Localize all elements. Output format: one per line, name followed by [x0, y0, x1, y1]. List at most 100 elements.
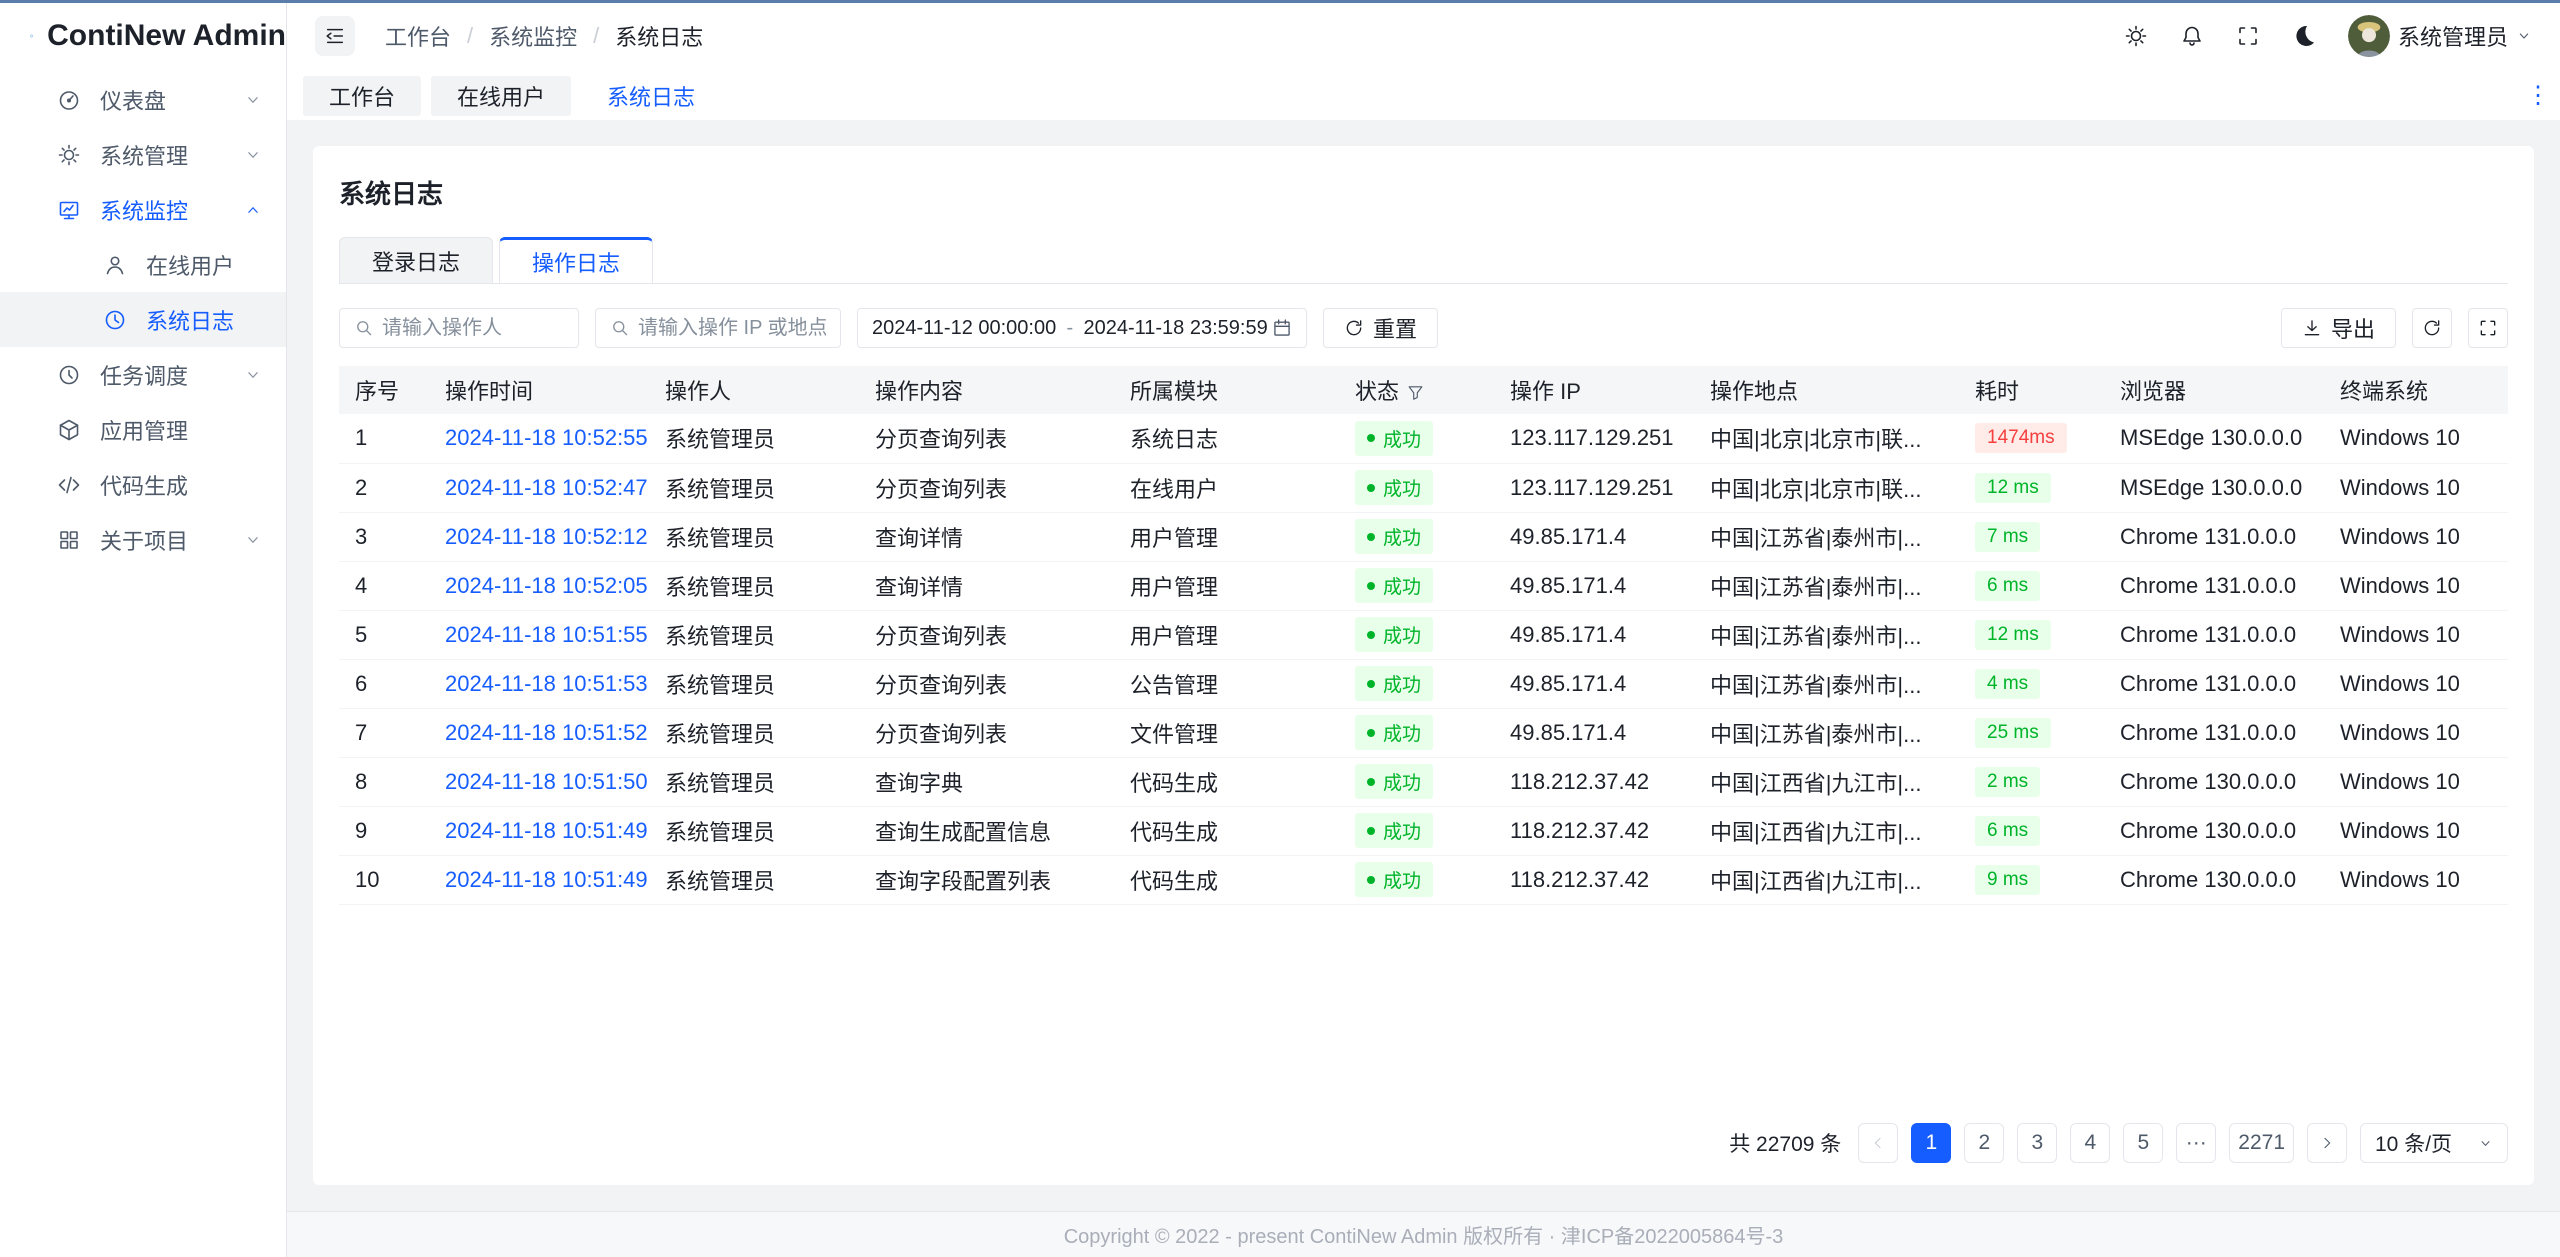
page-button-4[interactable]: 4	[2070, 1123, 2110, 1163]
location-cell: 中国|江西省|九江市|...	[1694, 806, 1959, 855]
username: 系统管理员	[2398, 20, 2508, 52]
content-cell: 查询详情	[859, 512, 1114, 561]
status-dot-icon	[1367, 680, 1375, 688]
table-row: 22024-11-18 10:52:47系统管理员分页查询列表在线用户成功123…	[339, 463, 2508, 512]
breadcrumb-item[interactable]: 工作台	[385, 20, 451, 52]
open-tab-在线用户[interactable]: 在线用户	[431, 76, 571, 116]
box-icon	[57, 418, 81, 442]
operation-log-table: 序号操作时间操作人操作内容所属模块状态操作 IP操作地点耗时浏览器终端系统 12…	[339, 366, 2508, 905]
time-link[interactable]: 2024-11-18 10:51:55	[445, 622, 648, 647]
time-link[interactable]: 2024-11-18 10:52:47	[445, 475, 648, 500]
date-range-picker[interactable]: 2024-11-12 00:00:00 - 2024-11-18 23:59:5…	[857, 308, 1307, 348]
window-top-edge	[0, 0, 2560, 3]
tab-more-icon[interactable]: ⋮	[2526, 84, 2550, 108]
time-cell: 2024-11-18 10:51:50	[429, 757, 649, 806]
seq-cell: 10	[339, 855, 429, 904]
breadcrumb-separator: /	[593, 23, 599, 49]
sidebar-item-代码生成[interactable]: 代码生成	[0, 457, 286, 512]
sidebar-item-label: 任务调度	[100, 359, 244, 391]
export-button[interactable]: 导出	[2281, 308, 2396, 348]
operator-search-field[interactable]	[382, 317, 564, 340]
avatar	[2348, 15, 2390, 57]
page-button-2[interactable]: 2	[1964, 1123, 2004, 1163]
history-icon	[103, 308, 127, 332]
sidebar-item-任务调度[interactable]: 任务调度	[0, 347, 286, 402]
time-link[interactable]: 2024-11-18 10:51:50	[445, 769, 648, 794]
table-row: 62024-11-18 10:51:53系统管理员分页查询列表公告管理成功49.…	[339, 659, 2508, 708]
content-cell: 查询详情	[859, 561, 1114, 610]
time-link[interactable]: 2024-11-18 10:51:49	[445, 867, 648, 892]
operator-cell: 系统管理员	[649, 855, 859, 904]
sidebar-item-系统管理[interactable]: 系统管理	[0, 127, 286, 182]
module-cell: 用户管理	[1114, 561, 1339, 610]
ip-search-input[interactable]	[595, 308, 841, 348]
time-link[interactable]: 2024-11-18 10:51:52	[445, 720, 648, 745]
breadcrumb-item[interactable]: 系统监控	[489, 20, 577, 52]
column-header-序号: 序号	[339, 366, 429, 414]
duration-badge: 2 ms	[1975, 767, 2040, 797]
time-link[interactable]: 2024-11-18 10:52:55	[445, 425, 648, 450]
page-button-3[interactable]: 3	[2017, 1123, 2057, 1163]
breadcrumb-item[interactable]: 系统日志	[615, 20, 703, 52]
time-cell: 2024-11-18 10:52:12	[429, 512, 649, 561]
table-fullscreen-button[interactable]	[2468, 308, 2508, 348]
page-button-5[interactable]: 5	[2123, 1123, 2163, 1163]
gear-icon	[57, 143, 81, 167]
collapse-sidebar-button[interactable]	[315, 16, 355, 56]
chevron-down-icon	[2516, 28, 2532, 44]
location-cell: 中国|江苏省|泰州市|...	[1694, 610, 1959, 659]
operator-cell: 系统管理员	[649, 463, 859, 512]
brand[interactable]: ContiNew Admin	[0, 0, 286, 72]
table-row: 42024-11-18 10:52:05系统管理员查询详情用户管理成功49.85…	[339, 561, 2508, 610]
page-button-1[interactable]: 1	[1911, 1123, 1951, 1163]
sidebar-item-在线用户[interactable]: 在线用户	[0, 237, 286, 292]
status-badge: 成功	[1355, 715, 1433, 750]
status-badge: 成功	[1355, 617, 1433, 652]
time-link[interactable]: 2024-11-18 10:52:05	[445, 573, 648, 598]
seq-cell: 5	[339, 610, 429, 659]
sidebar-item-关于项目[interactable]: 关于项目	[0, 512, 286, 567]
sidebar-item-系统日志[interactable]: 系统日志	[0, 292, 286, 347]
page-button-2271[interactable]: 2271	[2229, 1123, 2294, 1163]
notification-bell-icon[interactable]	[2180, 24, 2204, 48]
duration-badge: 6 ms	[1975, 571, 2040, 601]
sidebar-item-系统监控[interactable]: 系统监控	[0, 182, 286, 237]
log-tab-操作日志[interactable]: 操作日志	[499, 237, 653, 283]
prev-page-button[interactable]	[1858, 1123, 1898, 1163]
sidebar-item-应用管理[interactable]: 应用管理	[0, 402, 286, 457]
status-badge: 成功	[1355, 813, 1433, 848]
time-link[interactable]: 2024-11-18 10:51:53	[445, 671, 648, 696]
open-tab-工作台[interactable]: 工作台	[303, 76, 421, 116]
time-link[interactable]: 2024-11-18 10:51:49	[445, 818, 648, 843]
page-size-value: 10 条/页	[2375, 1128, 2452, 1158]
location-cell: 中国|北京|北京市|联...	[1694, 414, 1959, 463]
ip-search-field[interactable]	[638, 317, 826, 340]
user-menu[interactable]: 系统管理员	[2348, 15, 2532, 57]
browser-cell: Chrome 130.0.0.0	[2104, 806, 2324, 855]
time-link[interactable]: 2024-11-18 10:52:12	[445, 524, 648, 549]
next-page-button[interactable]	[2307, 1123, 2347, 1163]
column-header-操作内容: 操作内容	[859, 366, 1114, 414]
duration-badge: 4 ms	[1975, 669, 2040, 699]
duration-cell: 9 ms	[1959, 855, 2104, 904]
sidebar-item-仪表盘[interactable]: 仪表盘	[0, 72, 286, 127]
log-tab-登录日志[interactable]: 登录日志	[339, 237, 493, 283]
filter-icon[interactable]	[1407, 384, 1424, 401]
operator-search-input[interactable]	[339, 308, 579, 348]
column-header-操作时间: 操作时间	[429, 366, 649, 414]
chevron-down-icon	[244, 366, 262, 384]
refresh-table-button[interactable]	[2412, 308, 2452, 348]
page-ellipsis-button[interactable]: ···	[2176, 1123, 2216, 1163]
open-tab-系统日志[interactable]: 系统日志	[581, 76, 721, 116]
fullscreen-icon[interactable]	[2236, 24, 2260, 48]
dark-mode-moon-icon[interactable]	[2292, 24, 2316, 48]
reset-button[interactable]: 重置	[1323, 308, 1438, 348]
os-cell: Windows 10	[2324, 414, 2508, 463]
browser-cell: Chrome 130.0.0.0	[2104, 757, 2324, 806]
open-tabs-strip: 工作台在线用户系统日志 ⋮	[287, 72, 2560, 120]
duration-cell: 7 ms	[1959, 512, 2104, 561]
page-size-select[interactable]: 10 条/页	[2360, 1123, 2508, 1163]
sidebar-item-label: 系统管理	[100, 139, 244, 171]
settings-icon[interactable]	[2124, 24, 2148, 48]
duration-cell: 2 ms	[1959, 757, 2104, 806]
